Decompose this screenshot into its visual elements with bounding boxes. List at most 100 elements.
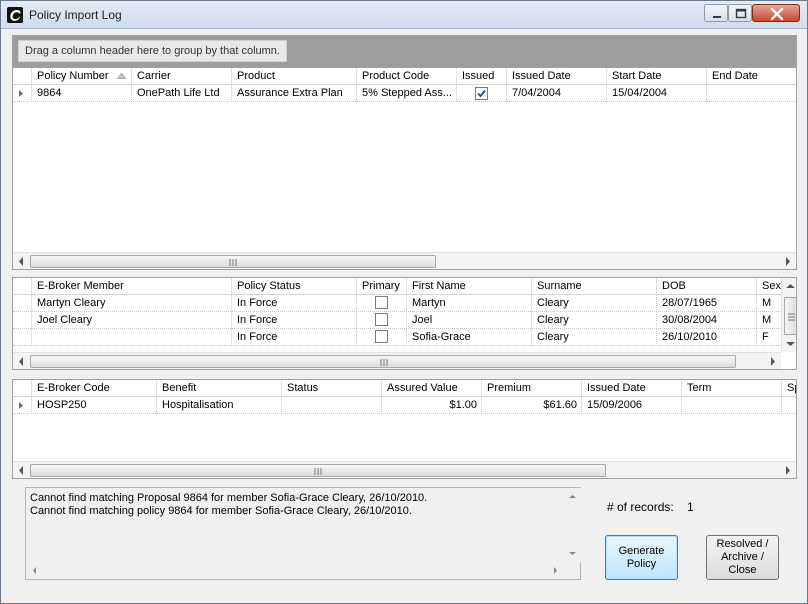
cell-primary[interactable] — [356, 312, 406, 329]
messages-horizontal-scrollbar[interactable] — [26, 562, 564, 579]
close-window-button[interactable] — [752, 4, 800, 22]
cell-primary[interactable] — [356, 329, 406, 346]
cell-start-date[interactable]: 15/04/2004 — [606, 85, 706, 102]
cell-ebroker-member[interactable]: Joel Cleary — [31, 312, 231, 329]
issued-checkbox[interactable] — [475, 87, 488, 100]
cell-dob[interactable]: 30/08/2004 — [656, 312, 756, 329]
column-header-policy-status[interactable]: Policy Status — [231, 278, 356, 295]
primary-checkbox[interactable] — [375, 296, 388, 309]
column-header-issued[interactable]: Issued — [456, 68, 506, 85]
scroll-right-icon[interactable] — [764, 353, 781, 370]
column-header-policy-number[interactable]: Policy Number — [31, 68, 131, 85]
cell-sex[interactable]: M — [756, 295, 782, 312]
title-bar[interactable]: Policy Import Log — [1, 1, 807, 29]
group-by-panel[interactable]: Drag a column header here to group by th… — [12, 35, 797, 67]
cell-first-name[interactable]: Martyn — [406, 295, 531, 312]
cell-policy-number[interactable]: 9864 — [31, 85, 131, 102]
table-row[interactable]: Martyn Cleary In Force Martyn Cleary 28/… — [13, 295, 781, 312]
cell-surname[interactable]: Cleary — [531, 329, 656, 346]
table-row[interactable]: In Force Sofia-Grace Cleary 26/10/2010 F — [13, 329, 781, 346]
column-header-end-date[interactable]: End Date — [706, 68, 796, 85]
table-row[interactable]: Joel Cleary In Force Joel Cleary 30/08/2… — [13, 312, 781, 329]
cell-first-name[interactable]: Joel — [406, 312, 531, 329]
column-header-sex[interactable]: Sex — [756, 278, 782, 295]
cell-assured-value[interactable]: $1.00 — [381, 397, 481, 414]
cell-sex[interactable]: F — [756, 329, 782, 346]
column-header-status[interactable]: Status — [281, 380, 381, 397]
cell-first-name[interactable]: Sofia-Grace — [406, 329, 531, 346]
scroll-thumb[interactable] — [30, 464, 606, 477]
column-header-ebroker-member[interactable]: E-Broker Member — [31, 278, 231, 295]
cell-ebroker-member[interactable] — [31, 329, 231, 346]
column-header-primary[interactable]: Primary — [356, 278, 406, 295]
column-header-ebroker-code[interactable]: E-Broker Code — [31, 380, 156, 397]
scroll-up-icon[interactable] — [782, 278, 797, 295]
cell-ebroker-member[interactable]: Martyn Cleary — [31, 295, 231, 312]
column-header-sp[interactable]: Sp — [781, 380, 796, 397]
table-row[interactable]: 9864 OnePath Life Ltd Assurance Extra Pl… — [13, 85, 796, 102]
policies-horizontal-scrollbar[interactable] — [13, 252, 796, 269]
scroll-down-icon[interactable] — [564, 545, 581, 562]
cell-primary[interactable] — [356, 295, 406, 312]
primary-checkbox[interactable] — [375, 313, 388, 326]
column-header-product[interactable]: Product — [231, 68, 356, 85]
cell-dob[interactable]: 28/07/1965 — [656, 295, 756, 312]
scroll-right-icon[interactable] — [779, 462, 796, 479]
scroll-left-icon[interactable] — [13, 462, 30, 479]
benefits-horizontal-scrollbar[interactable] — [13, 461, 796, 478]
column-header-dob[interactable]: DOB — [656, 278, 756, 295]
column-header-surname[interactable]: Surname — [531, 278, 656, 295]
column-header-product-code[interactable]: Product Code — [356, 68, 456, 85]
cell-benefit[interactable]: Hospitalisation — [156, 397, 281, 414]
cell-issued-date[interactable]: 15/09/2006 — [581, 397, 681, 414]
scroll-left-icon[interactable] — [13, 253, 30, 270]
scroll-left-icon[interactable] — [26, 562, 43, 579]
maximize-button[interactable] — [728, 4, 752, 22]
cell-product-code[interactable]: 5% Stepped Ass... — [356, 85, 456, 102]
scroll-right-icon[interactable] — [779, 253, 796, 270]
cell-term[interactable] — [681, 397, 781, 414]
column-header-start-date[interactable]: Start Date — [606, 68, 706, 85]
scroll-thumb[interactable] — [30, 255, 436, 268]
cell-policy-status[interactable]: In Force — [231, 329, 356, 346]
column-header-term[interactable]: Term — [681, 380, 781, 397]
members-vertical-scrollbar[interactable] — [781, 278, 797, 352]
scroll-up-icon[interactable] — [564, 488, 581, 505]
cell-dob[interactable]: 26/10/2010 — [656, 329, 756, 346]
cell-product[interactable]: Assurance Extra Plan — [231, 85, 356, 102]
scroll-thumb[interactable] — [30, 355, 736, 368]
cell-carrier[interactable]: OnePath Life Ltd — [131, 85, 231, 102]
cell-premium[interactable]: $61.60 — [481, 397, 581, 414]
column-header-carrier[interactable]: Carrier — [131, 68, 231, 85]
column-header-premium[interactable]: Premium — [481, 380, 581, 397]
scroll-left-icon[interactable] — [13, 353, 30, 370]
cell-policy-status[interactable]: In Force — [231, 312, 356, 329]
records-count-value: 1 — [687, 500, 694, 514]
column-header-benefit[interactable]: Benefit — [156, 380, 281, 397]
cell-status[interactable] — [281, 397, 381, 414]
messages-vertical-scrollbar[interactable] — [564, 488, 581, 562]
cell-end-date[interactable] — [706, 85, 796, 102]
column-header-assured-value[interactable]: Assured Value — [381, 380, 481, 397]
minimize-button[interactable] — [704, 4, 728, 22]
column-header-issued-date[interactable]: Issued Date — [581, 380, 681, 397]
scroll-right-icon[interactable] — [547, 562, 564, 579]
cell-sex[interactable]: M — [756, 312, 782, 329]
members-horizontal-scrollbar[interactable] — [13, 352, 781, 369]
scroll-down-icon[interactable] — [782, 335, 797, 352]
table-row[interactable]: HOSP250 Hospitalisation $1.00 $61.60 15/… — [13, 397, 796, 414]
column-header-first-name[interactable]: First Name — [406, 278, 531, 295]
primary-checkbox[interactable] — [375, 330, 388, 343]
cell-issued[interactable] — [456, 85, 506, 102]
messages-textbox[interactable]: Cannot find matching Proposal 9864 for m… — [25, 487, 581, 580]
generate-policy-button[interactable]: Generate Policy — [605, 535, 678, 580]
resolved-archive-close-button[interactable]: Resolved / Archive / Close — [706, 535, 779, 580]
cell-surname[interactable]: Cleary — [531, 295, 656, 312]
cell-issued-date[interactable]: 7/04/2004 — [506, 85, 606, 102]
cell-sp[interactable] — [781, 397, 796, 414]
cell-ebroker-code[interactable]: HOSP250 — [31, 397, 156, 414]
cell-surname[interactable]: Cleary — [531, 312, 656, 329]
cell-policy-status[interactable]: In Force — [231, 295, 356, 312]
scroll-thumb[interactable] — [784, 297, 796, 335]
column-header-issued-date[interactable]: Issued Date — [506, 68, 606, 85]
